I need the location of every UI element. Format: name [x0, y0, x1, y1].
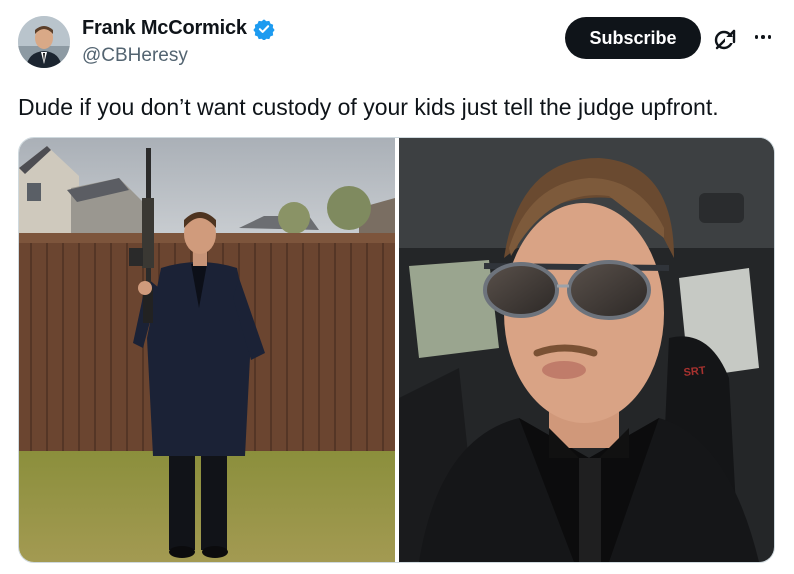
subscribe-button[interactable]: Subscribe — [565, 17, 701, 59]
svg-text:SRT: SRT — [683, 365, 706, 379]
grok-icon[interactable] — [712, 26, 738, 52]
photo-man-with-rifle-backyard[interactable] — [19, 138, 395, 562]
avatar[interactable] — [18, 16, 70, 68]
photo-man-selfie-in-car-sunglasses[interactable]: SRT — [399, 138, 774, 562]
verified-badge-icon — [253, 18, 275, 40]
tweet-media: SRT — [18, 137, 775, 563]
tweet-text: Dude if you don’t want custody of your k… — [18, 94, 719, 120]
author-handle[interactable]: @CBHeresy — [82, 45, 188, 67]
author-display-name[interactable]: Frank McCormick — [82, 17, 247, 40]
more-options-icon[interactable] — [750, 26, 776, 48]
